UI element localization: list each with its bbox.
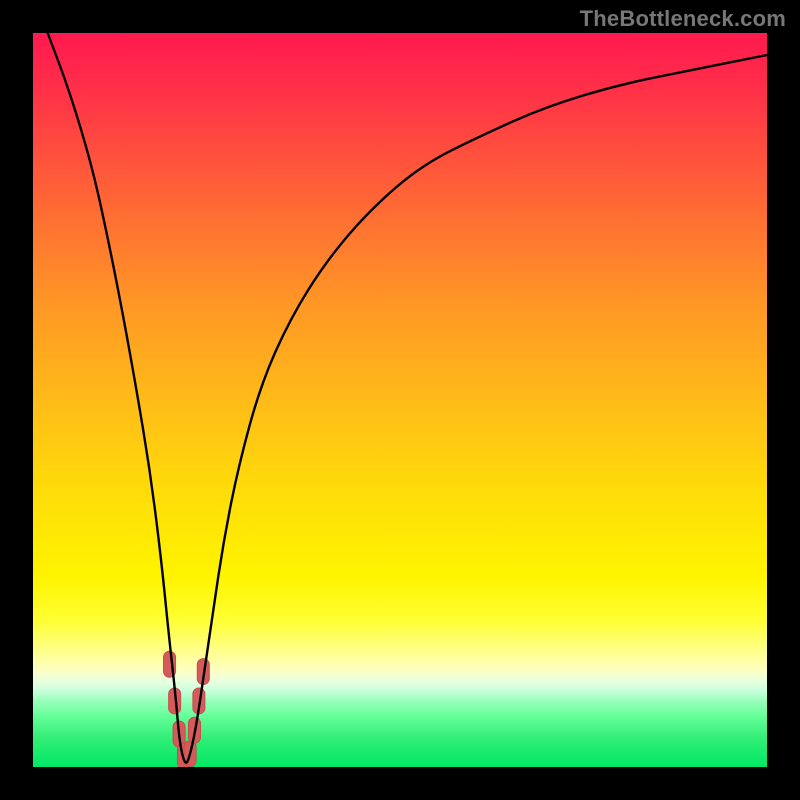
bottleneck-curve	[48, 33, 767, 763]
curve-layer	[33, 33, 767, 767]
watermark-text: TheBottleneck.com	[580, 6, 786, 32]
plot-area	[33, 33, 767, 767]
nub-group	[164, 651, 210, 767]
chart-frame: TheBottleneck.com	[0, 0, 800, 800]
